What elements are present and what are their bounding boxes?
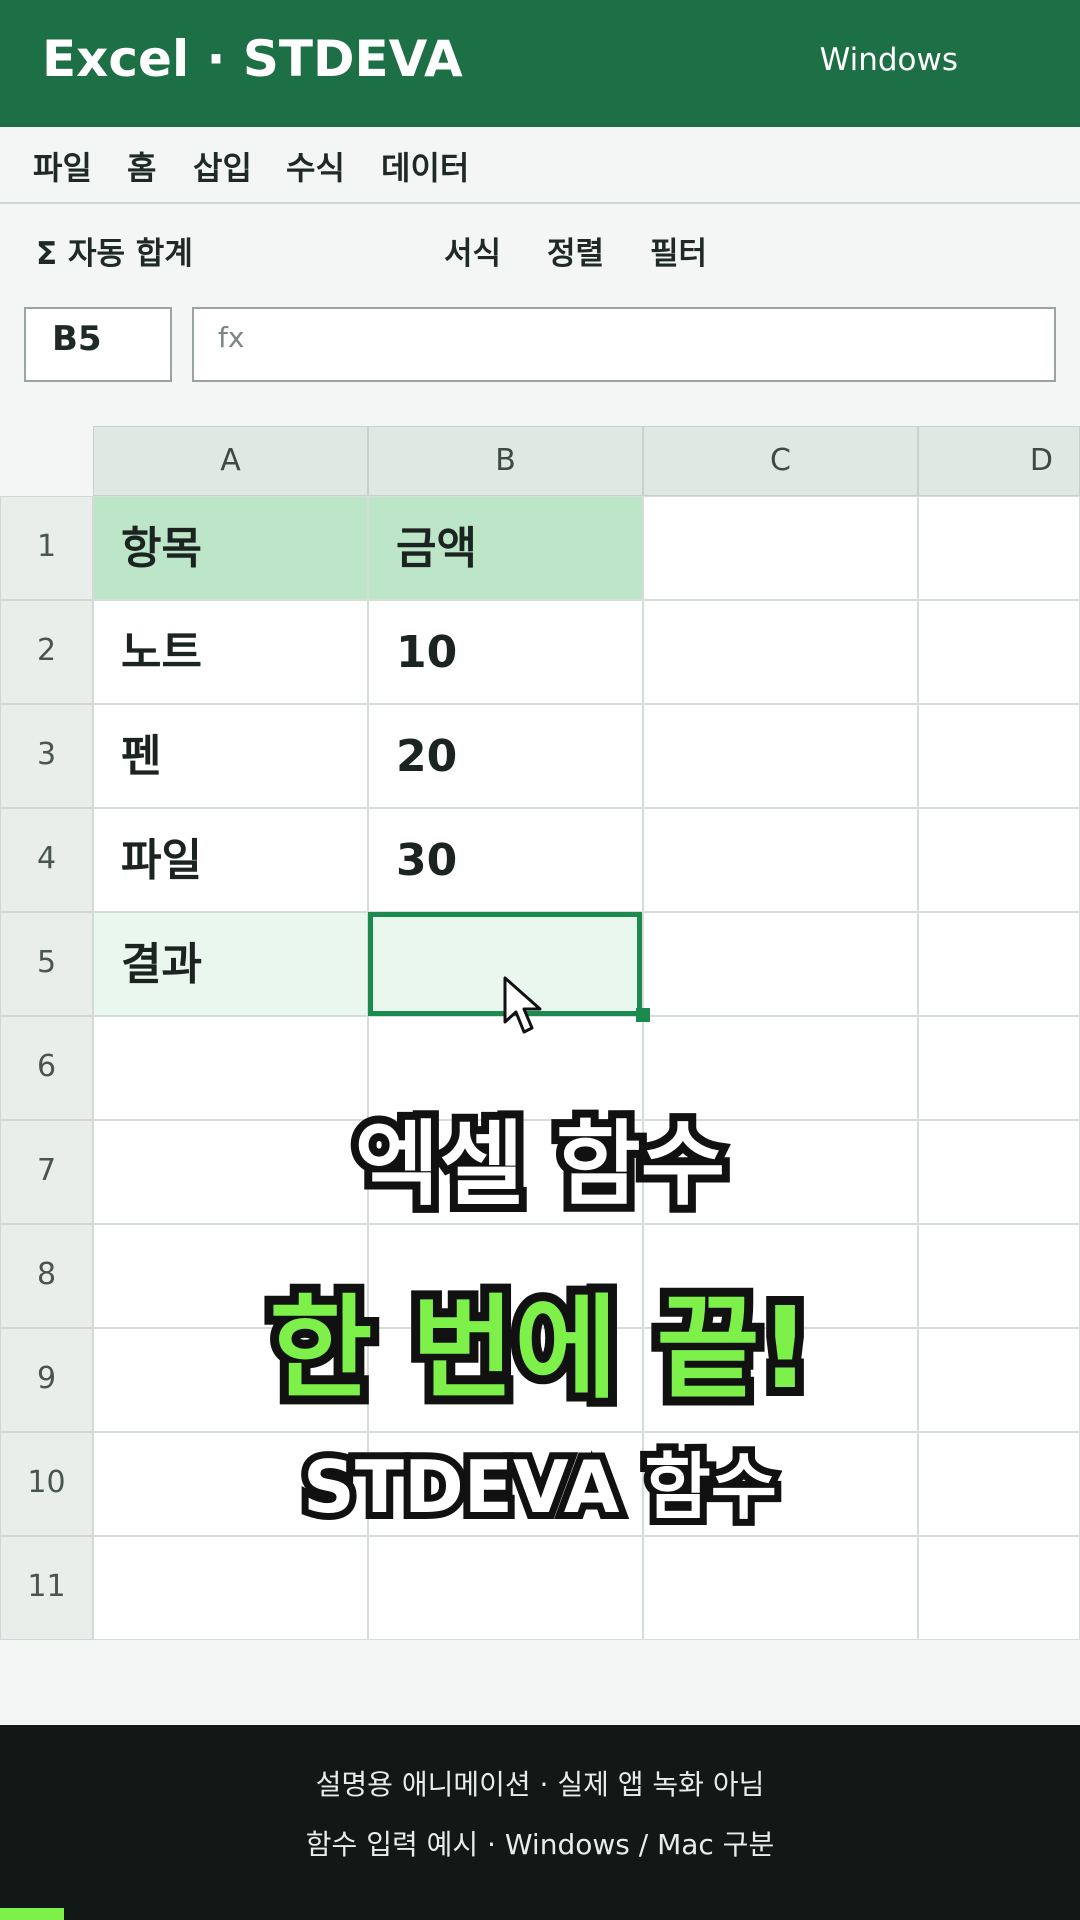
cell-b2[interactable]: 10	[368, 600, 643, 704]
footer: 설명용 애니메이션 · 실제 앱 녹화 아님 함수 입력 예시 · Window…	[0, 1725, 1080, 1920]
column-header-b[interactable]: B	[368, 426, 643, 496]
cell-d3[interactable]	[918, 704, 1080, 808]
row-header-11[interactable]: 11	[0, 1536, 93, 1640]
fx-icon: fx	[218, 321, 245, 354]
menu-formulas[interactable]: 수식	[286, 143, 345, 189]
cell-d4[interactable]	[918, 808, 1080, 912]
os-label: Windows	[819, 42, 958, 78]
menu-home[interactable]: 홈	[127, 143, 156, 189]
row-header-3[interactable]: 3	[0, 704, 93, 808]
footer-disclaimer: 설명용 애니메이션 · 실제 앱 녹화 아님	[315, 1768, 765, 1801]
row-header-4[interactable]: 4	[0, 808, 93, 912]
cell-b3[interactable]: 20	[368, 704, 643, 808]
cell-a5[interactable]: 결과	[93, 912, 368, 1016]
row-header-1[interactable]: 1	[0, 496, 93, 600]
cell-a1[interactable]: 항목	[93, 496, 368, 600]
column-header-a[interactable]: A	[93, 426, 368, 496]
row-header-5[interactable]: 5	[0, 912, 93, 1016]
cell-b1[interactable]: 금액	[368, 496, 643, 600]
menu-bar: 파일 홈 삽입 수식 데이터	[0, 127, 1080, 204]
app-title: Excel · STDEVA	[42, 30, 463, 88]
ribbon: Σ 자동 합계 서식 정렬 필터	[0, 204, 1080, 294]
row-header-2[interactable]: 2	[0, 600, 93, 704]
overlay-caption-line3: STDEVA 함수	[296, 1438, 784, 1536]
progress-bar	[0, 1908, 64, 1920]
overlay-caption-line2: 한 번에 끝!	[260, 1275, 819, 1423]
menu-file[interactable]: 파일	[33, 143, 92, 189]
cell-d2[interactable]	[918, 600, 1080, 704]
overlay-caption-line1: 엑셀 함수	[347, 1103, 734, 1226]
sort-button[interactable]: 정렬	[547, 228, 604, 273]
title-bar: Excel · STDEVA Windows	[0, 0, 1080, 127]
column-header-d[interactable]: D	[918, 426, 1080, 496]
cell-c2[interactable]	[643, 600, 918, 704]
footer-note: 함수 입력 예시 · Windows / Mac 구분	[305, 1828, 775, 1861]
filter-button[interactable]: 필터	[650, 228, 707, 273]
cell-a3[interactable]: 펜	[93, 704, 368, 808]
cell-b11[interactable]	[368, 1536, 643, 1640]
mouse-cursor-icon	[503, 976, 542, 1034]
cell-a4[interactable]: 파일	[93, 808, 368, 912]
cell-b4[interactable]: 30	[368, 808, 643, 912]
cell-a11[interactable]	[93, 1536, 368, 1640]
cell-d11[interactable]	[918, 1536, 1080, 1640]
cell-c4[interactable]	[643, 808, 918, 912]
cell-c5[interactable]	[643, 912, 918, 1016]
cell-d1[interactable]	[918, 496, 1080, 600]
autosum-button[interactable]: Σ 자동 합계	[36, 228, 193, 273]
cell-a2[interactable]: 노트	[93, 600, 368, 704]
cell-c3[interactable]	[643, 704, 918, 808]
menu-data[interactable]: 데이터	[381, 143, 469, 189]
name-box[interactable]: B5	[24, 307, 172, 382]
cell-c11[interactable]	[643, 1536, 918, 1640]
menu-insert[interactable]: 삽입	[193, 143, 252, 189]
formula-input[interactable]: fx	[192, 307, 1056, 382]
cell-c1[interactable]	[643, 496, 918, 600]
column-header-c[interactable]: C	[643, 426, 918, 496]
format-button[interactable]: 서식	[444, 228, 501, 273]
cell-d5[interactable]	[918, 912, 1080, 1016]
fill-handle[interactable]	[636, 1008, 650, 1022]
